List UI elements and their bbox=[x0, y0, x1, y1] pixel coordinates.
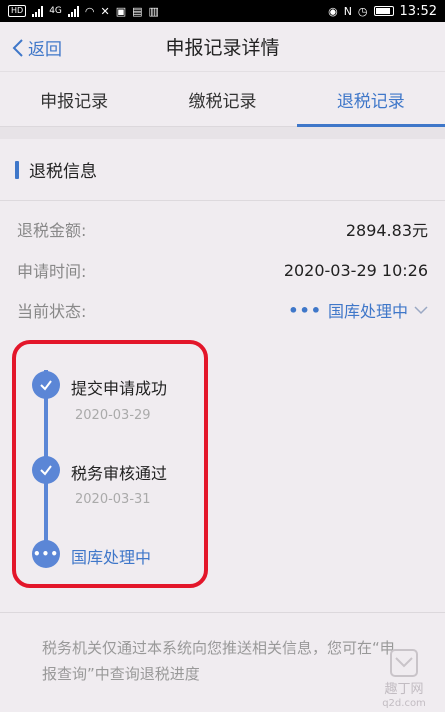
section-title: 退税信息 bbox=[29, 162, 97, 182]
refund-amount-value: 2894.83元 bbox=[345, 221, 428, 240]
eye-icon: ◉ bbox=[328, 4, 338, 18]
status-dots: ••• bbox=[288, 300, 322, 320]
chevron-left-icon bbox=[12, 38, 23, 57]
tab-refund-records[interactable]: 退税记录 bbox=[296, 73, 445, 127]
status-left: HD 4G ◠ ✕ ▣ ▤ ▥ bbox=[8, 5, 159, 18]
status-row[interactable]: 当前状态: ••• 国库处理中 bbox=[0, 290, 445, 330]
refund-amount-row: 退税金额: 2894.83元 bbox=[0, 209, 445, 249]
mute-icon: ✕ bbox=[100, 4, 110, 18]
watermark-logo: 趣丁网 q2d.com bbox=[382, 649, 426, 708]
page-title: 申报记录详情 bbox=[165, 37, 280, 59]
network-label: 4G bbox=[49, 6, 62, 16]
check-icon bbox=[40, 465, 52, 476]
back-button[interactable]: 返回 bbox=[12, 35, 62, 60]
wifi-icon: ◠ bbox=[84, 4, 95, 18]
refund-amount-label: 退税金额: bbox=[17, 221, 87, 240]
app-icon-2: ▥ bbox=[148, 4, 159, 18]
battery-icon bbox=[373, 6, 394, 16]
timeline-step-2-date: 2020-03-31 bbox=[75, 492, 151, 507]
watermark-text: 趣丁网 bbox=[384, 682, 423, 697]
ellipsis-icon: ••• bbox=[32, 547, 59, 561]
watermark-url: q2d.com bbox=[382, 698, 426, 708]
signal-icon bbox=[32, 5, 44, 17]
divider bbox=[0, 612, 445, 613]
apply-time-value: 2020-03-29 10:26 bbox=[283, 260, 428, 280]
timeline-node-3: ••• bbox=[32, 540, 60, 568]
alarm-icon: ◷ bbox=[357, 4, 368, 18]
app-icon: ▤ bbox=[132, 4, 143, 18]
signal-icon-2 bbox=[67, 5, 79, 17]
timeline-step-1-title: 提交申请成功 bbox=[71, 379, 168, 398]
info-note: 税务机关仅通过本系统向您推送相关信息，您可在“申报查询”中查询退税进度 bbox=[42, 639, 395, 683]
status-right: ◉ N ◷ 13:52 bbox=[328, 4, 437, 19]
apply-time-label: 申请时间: bbox=[17, 262, 87, 281]
status-bar: HD 4G ◠ ✕ ▣ ▤ ▥ ◉ N ◷ 13:52 bbox=[0, 0, 445, 22]
apply-time-row: 申请时间: 2020-03-29 10:26 bbox=[0, 250, 445, 290]
timeline-node-1 bbox=[32, 371, 60, 399]
notification-icon: ▣ bbox=[115, 4, 127, 18]
status-text: 国库处理中 bbox=[327, 302, 408, 321]
tab-payment-records[interactable]: 缴税记录 bbox=[148, 73, 296, 126]
status-value[interactable]: ••• 国库处理中 bbox=[288, 298, 428, 322]
nav-bar: 返回 申报记录详情 bbox=[0, 22, 445, 72]
section-header: 退税信息 bbox=[0, 139, 445, 201]
check-icon bbox=[40, 380, 52, 391]
tab-bar: 申报记录 缴税记录 退税记录 bbox=[0, 73, 445, 127]
timeline-step-2-title: 税务审核通过 bbox=[71, 464, 168, 483]
status-label: 当前状态: bbox=[17, 302, 87, 321]
section-accent-bar bbox=[15, 160, 19, 179]
timeline-step-3-title: 国库处理中 bbox=[71, 548, 152, 567]
timeline-step-1-date: 2020-03-29 bbox=[75, 408, 151, 423]
timeline-node-2 bbox=[32, 456, 60, 484]
chevron-down-icon bbox=[414, 305, 428, 314]
hd-badge: HD bbox=[8, 5, 27, 17]
nfc-icon: N bbox=[343, 4, 352, 18]
section-gap bbox=[0, 127, 445, 139]
back-label: 返回 bbox=[28, 40, 62, 60]
clock: 13:52 bbox=[399, 3, 437, 19]
tab-declaration-records[interactable]: 申报记录 bbox=[0, 73, 148, 126]
